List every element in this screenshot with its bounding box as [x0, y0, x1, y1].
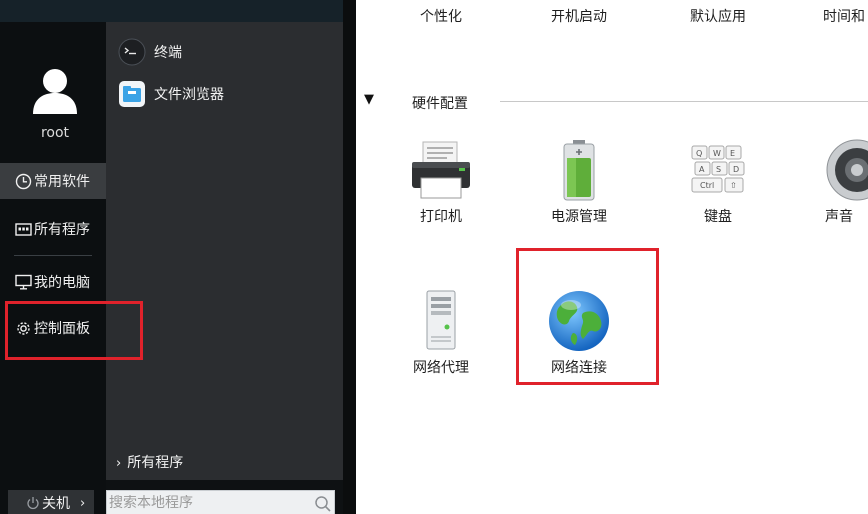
cp-item-personalize[interactable]: 个性化 [386, 6, 496, 26]
server-icon [426, 290, 456, 350]
cp-item-label: 声音 [825, 209, 853, 225]
svg-text:A: A [699, 165, 705, 174]
speaker-icon [826, 139, 868, 201]
cp-item-label: 默认应用 [690, 9, 746, 25]
cp-item-startup[interactable]: 开机启动 [524, 6, 634, 26]
svg-text:E: E [730, 149, 735, 158]
username: root [40, 125, 70, 141]
cp-item-label: 个性化 [420, 9, 462, 25]
cp-item-time-date[interactable]: 时间和 [802, 6, 868, 26]
sidebar-item-label: 所有程序 [34, 222, 90, 238]
all-programs-link[interactable]: › 所有程序 [116, 452, 183, 472]
terminal-icon [118, 38, 146, 66]
section-header-hardware[interactable]: ▼ 硬件配置 [362, 90, 868, 112]
sidebar-item-label: 常用软件 [34, 174, 90, 190]
battery-icon [563, 140, 595, 201]
power-icon [26, 496, 40, 510]
sidebar-item-common-software[interactable]: 常用软件 [0, 163, 106, 199]
svg-text:⇧: ⇧ [730, 181, 737, 190]
app-label: 文件浏览器 [154, 87, 224, 103]
cp-item-keyboard[interactable]: Q WE A S D Ctrl ⇧ 键盘 [663, 138, 773, 226]
menu-edge [343, 0, 356, 514]
power-button[interactable]: 关机 › [8, 490, 94, 514]
search-input[interactable] [109, 495, 309, 511]
highlight-box [516, 248, 659, 385]
cp-item-default-apps[interactable]: 默认应用 [663, 6, 773, 26]
svg-text:Ctrl: Ctrl [700, 181, 714, 190]
user-avatar-icon[interactable] [30, 66, 80, 116]
power-label: 关机 [42, 496, 70, 512]
file-browser-icon [119, 81, 145, 107]
cp-item-sound[interactable]: 声音 [802, 138, 868, 228]
search-icon[interactable] [314, 495, 332, 513]
svg-text:W: W [713, 149, 721, 158]
svg-text:D: D [733, 165, 739, 174]
svg-text:Q: Q [696, 149, 702, 158]
cp-item-label: 打印机 [420, 209, 462, 225]
cp-item-printer[interactable]: 打印机 [386, 138, 496, 226]
cp-item-label: 网络代理 [413, 360, 469, 376]
app-grid-icon [14, 220, 32, 238]
app-item-terminal[interactable]: 终端 [118, 38, 182, 66]
sidebar-item-my-computer[interactable]: 我的电脑 [0, 264, 106, 300]
start-menu-app-list: 终端 文件浏览器 › 所有程序 [106, 22, 343, 480]
chevron-right-icon: › [116, 456, 122, 471]
highlight-box [5, 301, 143, 360]
monitor-icon [14, 273, 32, 291]
cp-item-label: 键盘 [704, 209, 732, 225]
menu-top-strip [0, 0, 356, 22]
clock-icon [14, 172, 32, 190]
sidebar-item-all-programs[interactable]: 所有程序 [0, 211, 106, 247]
section-title: 硬件配置 [412, 96, 468, 112]
svg-text:S: S [716, 165, 721, 174]
start-menu: root 常用软件 所有程序 我的电脑 控制面板 终端 文件浏览器 › 所有程序… [0, 0, 356, 514]
chevron-right-icon[interactable]: › [80, 496, 85, 511]
cp-item-network-proxy[interactable]: 网络代理 [386, 289, 496, 377]
sidebar-divider [14, 255, 92, 256]
app-item-file-browser[interactable]: 文件浏览器 [118, 80, 224, 108]
app-label: 终端 [154, 45, 182, 61]
section-divider [500, 101, 868, 102]
collapse-triangle-icon[interactable]: ▼ [364, 92, 374, 107]
search-box[interactable] [106, 490, 335, 514]
cp-item-label: 开机启动 [551, 9, 607, 25]
printer-icon [412, 141, 470, 199]
cp-item-label: 时间和 [823, 9, 865, 25]
keyboard-icon: Q WE A S D Ctrl ⇧ [691, 145, 745, 193]
all-programs-label: 所有程序 [127, 455, 184, 471]
cp-item-power-management[interactable]: 电源管理 [524, 138, 634, 226]
cp-item-label: 电源管理 [551, 209, 607, 225]
sidebar-item-label: 我的电脑 [34, 275, 90, 291]
